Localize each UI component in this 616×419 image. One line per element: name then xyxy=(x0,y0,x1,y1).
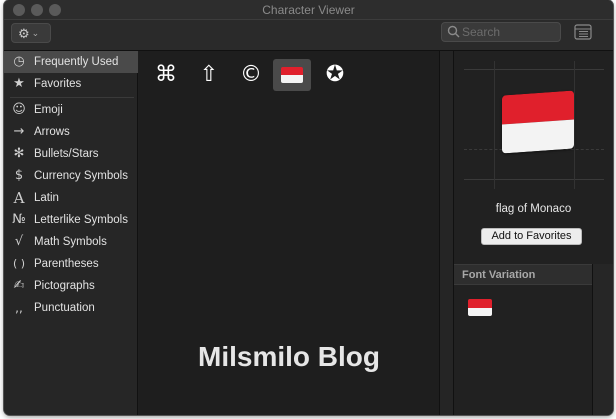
command-key-glyph[interactable]: ⌘ xyxy=(147,59,185,91)
chevron-down-icon: ⌄ xyxy=(31,28,40,38)
search-input[interactable] xyxy=(462,24,558,40)
character-name: flag of Monaco xyxy=(495,203,572,215)
sidebar-item-label: Emoji xyxy=(34,104,63,116)
title-bar: Character Viewer xyxy=(4,0,613,20)
sidebar-item-label: Letterlike Symbols xyxy=(34,214,128,226)
sidebar-item-math-symbols[interactable]: √ Math Symbols xyxy=(4,231,138,253)
sidebar-item-letterlike-symbols[interactable]: № Letterlike Symbols xyxy=(4,209,138,231)
guide-line xyxy=(464,69,604,70)
sidebar-item-currency-symbols[interactable]: $ Currency Symbols xyxy=(4,165,138,187)
blog-watermark: Milsmilo Blog xyxy=(198,341,380,372)
sidebar-item-label: Parentheses xyxy=(34,258,99,270)
pictograph-icon: ✍ xyxy=(13,278,25,293)
sidebar-item-label: Favorites xyxy=(34,78,82,90)
asterisk-icon: ✻ xyxy=(13,146,25,161)
latin-icon: A xyxy=(13,189,25,207)
star-circle-glyph[interactable]: ✪ xyxy=(316,59,354,91)
parentheses-icon: ( ) xyxy=(12,257,26,270)
guide-line xyxy=(464,179,604,180)
monaco-flag-preview-icon xyxy=(502,90,574,154)
gear-icon: ⚙ xyxy=(18,26,30,41)
sidebar-divider xyxy=(10,97,134,98)
copyright-glyph[interactable]: © xyxy=(232,59,270,91)
square-root-icon: √ xyxy=(14,234,24,249)
character-viewer-window: Character Viewer ⚙⌄ ◷ Frequently Used ★ xyxy=(4,0,613,415)
guide-line xyxy=(494,61,495,189)
font-variation-flag-icon[interactable] xyxy=(468,299,492,316)
sidebar-item-latin[interactable]: A Latin xyxy=(4,187,138,209)
sidebar-item-pictographs[interactable]: ✍ Pictographs xyxy=(4,275,138,297)
sidebar-item-label: Frequently Used xyxy=(34,56,119,68)
numero-icon: № xyxy=(12,212,26,227)
sidebar-item-punctuation[interactable]: ,, Punctuation xyxy=(4,297,138,319)
character-grid: ⌘ ⇧ © ✪ Milsmilo Blog xyxy=(139,51,439,415)
smiley-icon: ☺ xyxy=(12,102,26,117)
monaco-flag-icon xyxy=(281,67,303,83)
guide-line xyxy=(574,61,575,189)
sidebar-item-label: Currency Symbols xyxy=(34,170,128,182)
add-to-favorites-button[interactable]: Add to Favorites xyxy=(481,228,582,245)
search-field[interactable] xyxy=(441,22,561,42)
font-variation-scrollbar[interactable] xyxy=(592,264,613,415)
sidebar-item-label: Math Symbols xyxy=(34,236,107,248)
sidebar-item-label: Punctuation xyxy=(34,302,95,314)
shift-arrow-glyph[interactable]: ⇧ xyxy=(190,59,228,91)
clock-icon: ◷ xyxy=(13,54,25,69)
sidebar-item-label: Arrows xyxy=(34,126,70,138)
sidebar-item-parentheses[interactable]: ( ) Parentheses xyxy=(4,253,138,275)
arrow-icon: → xyxy=(13,124,25,139)
search-icon xyxy=(447,25,460,38)
monaco-flag-glyph[interactable] xyxy=(273,59,311,91)
category-sidebar: ◷ Frequently Used ★ Favorites ☺ Emoji → … xyxy=(4,51,138,415)
sidebar-item-label: Latin xyxy=(34,192,59,204)
sidebar-item-favorites[interactable]: ★ Favorites xyxy=(4,73,138,95)
grid-scrollbar[interactable] xyxy=(439,51,454,415)
character-detail-panel: flag of Monaco Add to Favorites Font Var… xyxy=(454,51,613,415)
star-icon: ★ xyxy=(13,76,25,91)
character-grid-icon[interactable] xyxy=(574,24,592,40)
sidebar-item-emoji[interactable]: ☺ Emoji xyxy=(4,99,138,121)
action-menu-button[interactable]: ⚙ ⌄ xyxy=(11,23,51,43)
window-title: Character Viewer xyxy=(262,3,355,17)
sidebar-item-label: Pictographs xyxy=(34,280,95,292)
dollar-icon: $ xyxy=(14,168,24,183)
toolbar: ⚙ ⌄ xyxy=(4,20,613,51)
font-variation-header: Font Variation xyxy=(454,264,592,285)
sidebar-item-label: Bullets/Stars xyxy=(34,148,99,160)
sidebar-item-frequently-used[interactable]: ◷ Frequently Used xyxy=(4,51,138,73)
character-preview xyxy=(464,61,604,189)
sidebar-item-bullets-stars[interactable]: ✻ Bullets/Stars xyxy=(4,143,138,165)
punctuation-icon: ,, xyxy=(15,301,23,315)
sidebar-item-arrows[interactable]: → Arrows xyxy=(4,121,138,143)
